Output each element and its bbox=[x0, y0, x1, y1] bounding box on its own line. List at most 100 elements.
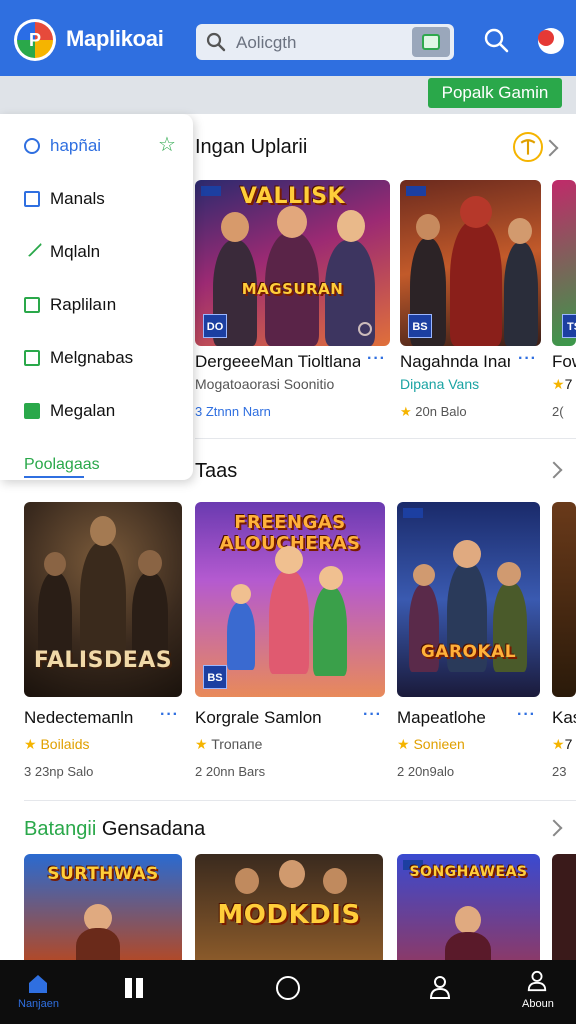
age-rating-badge: BS bbox=[408, 314, 432, 338]
drawer-item-calendar[interactable]: Melgnabas bbox=[0, 334, 193, 384]
game-developer: ★ Troпaпe bbox=[195, 736, 263, 752]
nav-item-home-circle[interactable] bbox=[268, 960, 308, 1024]
more-options-icon[interactable]: ··· bbox=[518, 350, 537, 368]
game-card[interactable]: FREENGAS ALOUCHERAS BS Korgrale Samlon ·… bbox=[195, 502, 387, 782]
notification-button[interactable] bbox=[538, 28, 564, 54]
drawer-item-games[interactable]: Megalan bbox=[0, 387, 193, 437]
drawer-item-label: Manals bbox=[50, 189, 105, 208]
chevron-right-icon[interactable] bbox=[545, 819, 563, 837]
app-header: P Maplikoai Aolicgth bbox=[0, 0, 576, 76]
drawer-footer-underline bbox=[24, 476, 84, 478]
logo-letter: P bbox=[28, 30, 41, 50]
game-meta: ★ 20n Balo bbox=[400, 404, 467, 419]
search-submit-button[interactable] bbox=[412, 27, 450, 57]
app-logo[interactable]: P bbox=[14, 19, 56, 61]
game-card[interactable]: GAROKAL Mapeatlohe ··· ★ Sonieen 2 20n9a… bbox=[397, 502, 542, 782]
drawer-item-manuals[interactable]: Manals bbox=[0, 175, 193, 225]
cover-title: SURTHWAS bbox=[47, 864, 159, 884]
game-card[interactable]: MODKDIS bbox=[195, 854, 385, 960]
more-options-icon[interactable]: ··· bbox=[363, 706, 382, 724]
drawer-item-label: Melgnabas bbox=[50, 348, 134, 367]
app-title: Maplikoai bbox=[66, 26, 164, 51]
library-icon bbox=[125, 978, 143, 998]
game-card[interactable]: SONGHAWEAS bbox=[397, 854, 542, 960]
star-icon[interactable]: ☆ bbox=[158, 132, 176, 157]
game-meta: 3 23np Salo bbox=[24, 764, 94, 779]
drawer-item-edit[interactable]: Mqlaln bbox=[0, 228, 193, 278]
nav-item-account[interactable] bbox=[420, 960, 460, 1024]
game-cover-image bbox=[552, 854, 576, 960]
drawer-footer-link[interactable]: Poolagaas bbox=[24, 456, 100, 474]
game-cover-image: MODKDIS bbox=[195, 854, 383, 960]
nav-item-library[interactable] bbox=[114, 960, 154, 1024]
age-rating-badge: TS bbox=[562, 314, 576, 338]
game-card[interactable]: SURTHWAS bbox=[24, 854, 184, 960]
game-title: Korgrale Samlon bbox=[195, 708, 322, 727]
calendar-icon bbox=[24, 350, 40, 366]
game-developer: Dipana Vans bbox=[400, 376, 480, 392]
game-cover-image: TS bbox=[552, 180, 576, 346]
section-divider bbox=[24, 800, 576, 801]
search-icon bbox=[206, 32, 226, 52]
gear-icon bbox=[358, 322, 372, 336]
section-title: Ingan Uplarii bbox=[195, 136, 308, 158]
search-icon[interactable] bbox=[482, 26, 510, 54]
game-cover-image: VALLISK MAGSURAN DO bbox=[195, 180, 390, 346]
age-rating-badge: DO bbox=[203, 314, 227, 338]
game-cover-image: SURTHWAS bbox=[24, 854, 182, 960]
nav-item-home[interactable]: Nanjaen bbox=[14, 960, 64, 1024]
game-meta: 2 20nn Bars bbox=[195, 764, 266, 779]
nav-item-profile[interactable]: Aboun bbox=[516, 960, 560, 1024]
game-title: Kas bbox=[552, 708, 576, 727]
game-cover-image bbox=[552, 502, 576, 697]
nav-label: Aboun bbox=[522, 998, 554, 1010]
game-card[interactable]: BS Nagahnda Inan ··· Dipana Vans ★ 20n B… bbox=[400, 180, 545, 419]
section-title: Taas bbox=[195, 460, 238, 482]
game-card[interactable] bbox=[552, 854, 576, 960]
game-cover-image: GAROKAL bbox=[397, 502, 540, 697]
bottom-navigation: Nanjaen Aboun bbox=[0, 960, 576, 1024]
game-card[interactable]: VALLISK MAGSURAN DO DergeeeMan Tioltlana… bbox=[195, 180, 390, 419]
game-cover-image: BS bbox=[400, 180, 541, 346]
search-bar[interactable]: Aolicgth bbox=[196, 24, 454, 60]
game-meta: 2( bbox=[552, 404, 564, 419]
gamepad-icon bbox=[24, 403, 40, 419]
game-title: Fow bbox=[552, 352, 576, 371]
game-title: Nedectemaпln bbox=[24, 708, 134, 727]
game-meta: 3 Ztnnn Narn bbox=[195, 404, 271, 419]
search-input[interactable]: Aolicgth bbox=[236, 33, 296, 53]
drawer-item-home[interactable]: hapñai ☆ bbox=[0, 122, 193, 172]
cover-subtitle: MAGSURAN bbox=[241, 280, 344, 298]
chevron-right-icon[interactable] bbox=[545, 461, 563, 479]
profile-icon bbox=[527, 970, 547, 992]
game-developer: ★7 bbox=[552, 736, 573, 752]
chevron-right-icon[interactable] bbox=[541, 139, 559, 157]
circle-icon bbox=[276, 976, 300, 1000]
popular-games-button[interactable]: Popalk Gamin bbox=[428, 78, 562, 108]
game-card[interactable]: Kas ★7 23 bbox=[552, 502, 576, 782]
game-title: DergeeeMan Tioltlana bbox=[195, 352, 360, 371]
game-developer: ★ Sonieen bbox=[397, 736, 465, 752]
compass-icon bbox=[24, 138, 40, 154]
more-options-icon[interactable]: ··· bbox=[160, 706, 179, 724]
game-developer: Mogatoaorasi Soonitio bbox=[195, 376, 335, 392]
game-cover-image: FALISDEAS bbox=[24, 502, 182, 697]
age-rating-badge: BS bbox=[203, 665, 227, 689]
game-card[interactable]: TS Fow ★7 2( bbox=[552, 180, 576, 419]
nav-label: Nanjaen bbox=[18, 998, 59, 1010]
drawer-item-label: Megalan bbox=[50, 401, 116, 420]
home-icon bbox=[29, 975, 47, 993]
cover-title: FALISDEAS bbox=[33, 648, 173, 673]
drawer-item-label: hapñai bbox=[50, 136, 102, 155]
drawer-item-list[interactable]: Raplilaın bbox=[0, 281, 193, 331]
cover-title: GAROKAL bbox=[420, 642, 517, 662]
more-options-icon[interactable]: ··· bbox=[517, 706, 536, 724]
app-icon bbox=[422, 34, 440, 50]
cover-title: VALLISK bbox=[239, 184, 346, 209]
more-options-icon[interactable]: ··· bbox=[367, 350, 386, 368]
drawer-item-label: Raplilaın bbox=[50, 295, 117, 314]
pencil-icon bbox=[23, 238, 43, 258]
game-card[interactable]: FALISDEAS Nedectemaпln ··· ★ Boilaids 3 … bbox=[24, 502, 184, 782]
sort-button[interactable] bbox=[513, 132, 543, 162]
game-title: Mapeatlohe bbox=[397, 708, 486, 727]
